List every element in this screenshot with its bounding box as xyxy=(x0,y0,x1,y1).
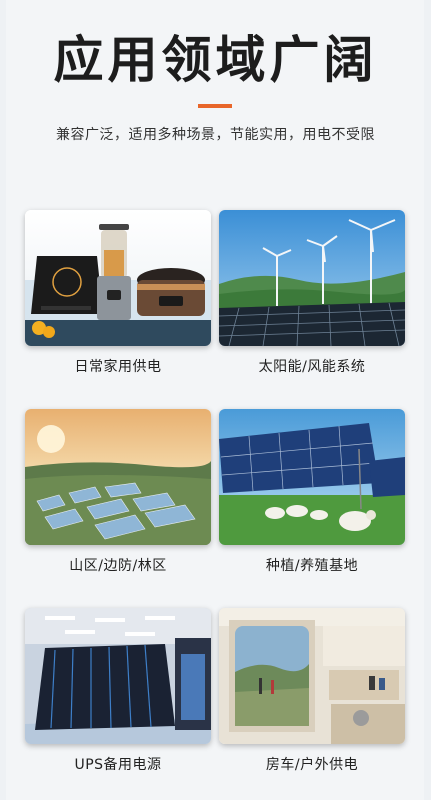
application-label: 房车/户外供电 xyxy=(265,757,359,773)
title-accent-bar xyxy=(198,104,232,108)
mountain-solar-image xyxy=(25,409,211,545)
rv-outdoor-image xyxy=(219,608,405,744)
home-appliance-image xyxy=(25,210,211,346)
page-subtitle: 兼容广泛，适用多种场景，节能实用，用电不受限 xyxy=(56,127,375,143)
application-label: 日常家用供电 xyxy=(74,359,162,375)
ups-server-room-image xyxy=(25,608,211,744)
application-label: 山区/边防/林区 xyxy=(69,558,167,574)
application-label: 太阳能/风能系统 xyxy=(258,359,366,375)
farm-solar-image xyxy=(219,409,405,545)
application-label: 种植/养殖基地 xyxy=(265,558,359,574)
page-title: 应用领域广阔 xyxy=(53,31,378,89)
application-label: UPS备用电源 xyxy=(74,757,162,773)
solar-wind-image xyxy=(219,210,405,346)
